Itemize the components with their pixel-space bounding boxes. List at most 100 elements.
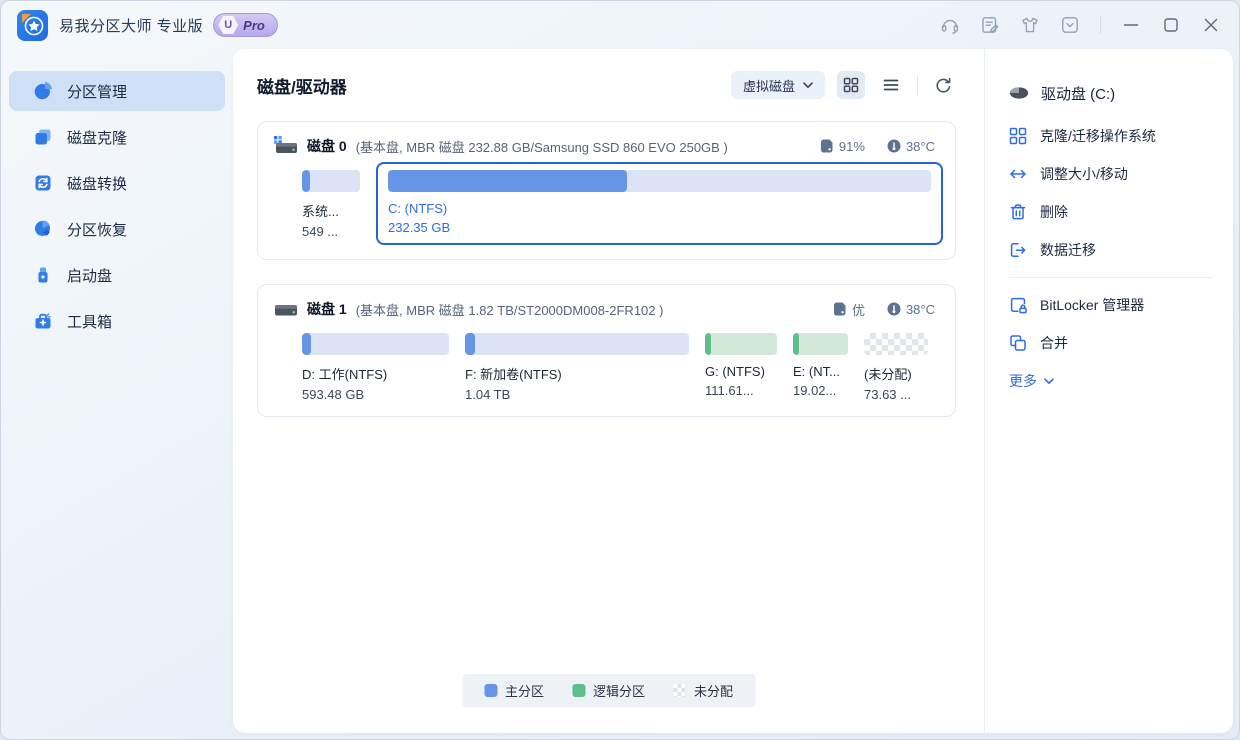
bitlocker-lock-icon [1009,296,1027,314]
sidebar-item-label: 磁盘转换 [67,173,127,194]
partition-size: 232.35 GB [388,220,931,235]
partition-unallocated[interactable]: (未分配) 73.63 ... [864,333,928,402]
refresh-button[interactable] [930,72,956,98]
legend-label: 主分区 [505,681,544,700]
menu-dropdown-icon[interactable] [1060,15,1080,35]
chevron-down-icon [1044,378,1054,385]
partition-c-selected[interactable]: C: (NTFS) 232.35 GB [376,162,943,245]
clone-os-icon [1009,127,1027,145]
titlebar-divider [1100,16,1101,34]
drive-disk-icon [1009,86,1029,100]
more-label: 更多 [1009,371,1037,391]
partition-system-reserved[interactable]: 系统... 549 ... [302,170,360,245]
disk-0-stats: 91% 38°C [820,139,935,154]
chevron-down-icon [803,82,813,89]
actions-divider [1009,277,1213,278]
pro-u-icon: U [218,16,238,34]
app-title: 易我分区大师 专业版 [59,15,203,36]
list-view-button[interactable] [877,71,905,99]
logical-partition-swatch [572,684,585,697]
action-resize-move[interactable]: 调整大小/移动 [1009,155,1213,193]
titlebar-actions [940,15,1221,35]
action-label: 数据迁移 [1040,240,1096,260]
disk-health-value: 91% [839,139,865,154]
action-bitlocker-manager[interactable]: BitLocker 管理器 [1009,286,1213,324]
partition-label: (未分配) [864,364,928,383]
partition-bar [465,333,689,355]
disk-card-1[interactable]: 磁盘 1 (基本盘, MBR 磁盘 1.82 TB/ST2000DM008-2F… [257,284,956,417]
sidebar: 分区管理 磁盘克隆 磁盘转换 分区恢复 启动盘 [1,49,233,739]
action-label: 合并 [1040,333,1068,353]
partition-bar [302,170,360,192]
grid-view-button[interactable] [837,71,865,99]
sidebar-item-partition-manage[interactable]: 分区管理 [9,71,225,111]
action-merge[interactable]: 合并 [1009,324,1213,362]
data-migration-icon [1009,241,1027,259]
partition-d[interactable]: D: 工作(NTFS) 593.48 GB [302,333,449,402]
partition-label: 系统... [302,201,360,220]
primary-partition-swatch [484,684,497,697]
grid-view-icon [843,77,859,93]
view-controls: 虚拟磁盘 [731,71,956,99]
disk-0-header: 磁盘 0 (基本盘, MBR 磁盘 232.88 GB/Samsung SSD … [274,136,943,156]
selected-drive-header: 驱动盘 (C:) [1009,75,1213,111]
feedback-note-icon[interactable] [980,15,1000,35]
titlebar: 易我分区大师 专业版 U Pro [1,1,1239,49]
partition-f[interactable]: F: 新加卷(NTFS) 1.04 TB [465,333,689,402]
support-headset-icon[interactable] [940,15,960,35]
partition-size: 111.61... [705,383,777,398]
thermometer-icon [887,139,901,153]
action-delete[interactable]: 删除 [1009,193,1213,231]
ssd-drive-icon [274,136,298,156]
close-button[interactable] [1201,15,1221,35]
action-label: BitLocker 管理器 [1040,295,1144,315]
virtual-disk-dropdown[interactable]: 虚拟磁盘 [731,71,825,99]
disk-temperature-value: 38°C [906,302,935,317]
partition-label: G: (NTFS) [705,364,777,379]
partition-bar [302,333,449,355]
disk-health-value: 优 [852,300,865,319]
disk-0-partitions: 系统... 549 ... C: (NTFS) 232.35 GB [274,156,943,245]
minimize-button[interactable] [1121,15,1141,35]
legend-primary: 主分区 [484,681,544,700]
partition-label: E: (NT... [793,364,848,379]
action-label: 克隆/迁移操作系统 [1040,126,1156,146]
partition-g[interactable]: G: (NTFS) 111.61... [705,333,777,402]
toolbox-icon [33,311,53,331]
content-panel: 磁盘/驱动器 虚拟磁盘 [233,49,1233,733]
disk-1-header: 磁盘 1 (基本盘, MBR 磁盘 1.82 TB/ST2000DM008-2F… [274,299,943,319]
sidebar-item-toolbox[interactable]: 工具箱 [9,301,225,341]
disk-name: 磁盘 0 [307,136,347,156]
disk-card-0[interactable]: 磁盘 0 (基本盘, MBR 磁盘 232.88 GB/Samsung SSD … [257,121,956,260]
disk-details: (基本盘, MBR 磁盘 1.82 TB/ST2000DM008-2FR102 … [356,300,664,319]
action-data-migration[interactable]: 数据迁移 [1009,231,1213,269]
disk-temperature-stat: 38°C [887,302,935,317]
main-header: 磁盘/驱动器 虚拟磁盘 [257,49,956,121]
partition-e[interactable]: E: (NT... 19.02... [793,333,848,402]
actions-panel: 驱动盘 (C:) 克隆/迁移操作系统 调整大小/移动 删除 数据迁移 Bi [985,49,1233,733]
more-actions-link[interactable]: 更多 [1009,362,1213,400]
legend-label: 未分配 [694,681,733,700]
partition-label: F: 新加卷(NTFS) [465,364,689,383]
disk-temperature-value: 38°C [906,139,935,154]
partition-bar [388,170,931,192]
sidebar-item-disk-clone[interactable]: 磁盘克隆 [9,117,225,157]
partition-size: 1.04 TB [465,387,689,402]
action-label: 调整大小/移动 [1040,164,1128,184]
maximize-button[interactable] [1161,15,1181,35]
action-label: 删除 [1040,202,1068,222]
theme-tshirt-icon[interactable] [1020,15,1040,35]
partition-size: 73.63 ... [864,387,928,402]
legend-label: 逻辑分区 [593,681,645,700]
sidebar-item-disk-convert[interactable]: 磁盘转换 [9,163,225,203]
virtual-disk-dropdown-label: 虚拟磁盘 [743,76,795,95]
merge-icon [1009,334,1027,352]
trash-icon [1009,203,1027,221]
disk-1-stats: 优 38°C [833,300,935,319]
sidebar-item-label: 磁盘克隆 [67,127,127,148]
sidebar-item-bootable-disk[interactable]: 启动盘 [9,255,225,295]
pro-badge-label: Pro [243,18,265,33]
refresh-icon [934,76,952,94]
sidebar-item-partition-recovery[interactable]: 分区恢复 [9,209,225,249]
action-clone-migrate-os[interactable]: 克隆/迁移操作系统 [1009,117,1213,155]
